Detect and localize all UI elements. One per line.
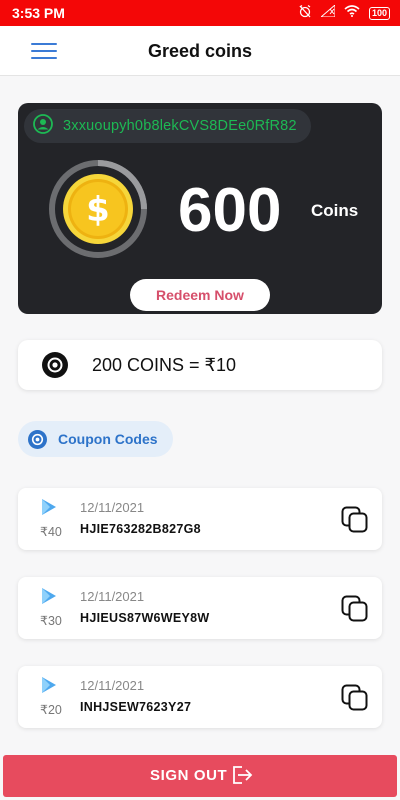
coupon-codes-label: Coupon Codes [58,431,158,447]
sign-out-label: SIGN OUT [150,767,228,784]
wallet-address-chip[interactable]: 3xxuoupyh0b8lekCVS8DEe0RfR82 [24,109,311,143]
coupon-code: HJIEUS87W6WEY8W [80,611,210,625]
alarm-off-icon [298,4,312,23]
wallet-address: 3xxuoupyh0b8lekCVS8DEe0RfR82 [63,118,297,134]
target-icon [42,352,68,383]
coupon-value: ₹40 [40,525,62,539]
google-play-icon [40,587,58,610]
signal-icon [319,3,336,22]
coupon-card: ₹30 12/11/2021 HJIEUS87W6WEY8W [18,577,382,639]
coupon-date: 12/11/2021 [80,589,145,604]
coupon-value: ₹30 [40,614,62,628]
battery-icon: 100 [368,6,390,20]
coupon-code: HJIE763282B827G8 [80,522,201,536]
conversion-rate-card: 200 COINS = ₹10 [18,340,382,390]
status-time: 3:53 PM [12,5,65,21]
coupon-code: INHJSEW7623Y27 [80,700,192,714]
app-bar: Greed coins [0,26,400,76]
coupon-date: 12/11/2021 [80,678,145,693]
copy-icon[interactable] [341,506,369,539]
svg-text:$: $ [86,190,110,230]
google-play-icon [40,676,58,699]
status-icons: 100 [298,3,390,23]
coupon-card: ₹40 12/11/2021 HJIE763282B827G8 [18,488,382,550]
status-bar: 3:53 PM 100 [0,0,400,26]
copy-icon[interactable] [341,595,369,628]
redeem-now-button[interactable]: Redeem Now [130,279,270,311]
wallet-card: 3xxuoupyh0b8lekCVS8DEe0RfR82 $ 600 Coins… [18,103,382,314]
coin-balance: 600 [178,176,282,245]
wifi-icon [344,4,360,22]
conversion-rate-text: 200 COINS = ₹10 [92,355,237,375]
page-title: Greed coins [147,41,253,61]
coupon-card: ₹20 12/11/2021 INHJSEW7623Y27 [18,666,382,728]
google-play-icon [40,498,58,521]
user-avatar-icon [33,113,53,139]
coin-unit-label: Coins [311,201,359,220]
coupon-value: ₹20 [40,703,62,717]
target-icon [28,430,47,454]
coupon-codes-tab[interactable]: Coupon Codes [18,421,173,457]
logout-icon [231,765,253,790]
sign-out-button[interactable]: SIGN OUT [3,755,397,797]
coupon-date: 12/11/2021 [80,500,145,515]
copy-icon[interactable] [341,684,369,717]
coin-icon: $ [47,158,149,260]
